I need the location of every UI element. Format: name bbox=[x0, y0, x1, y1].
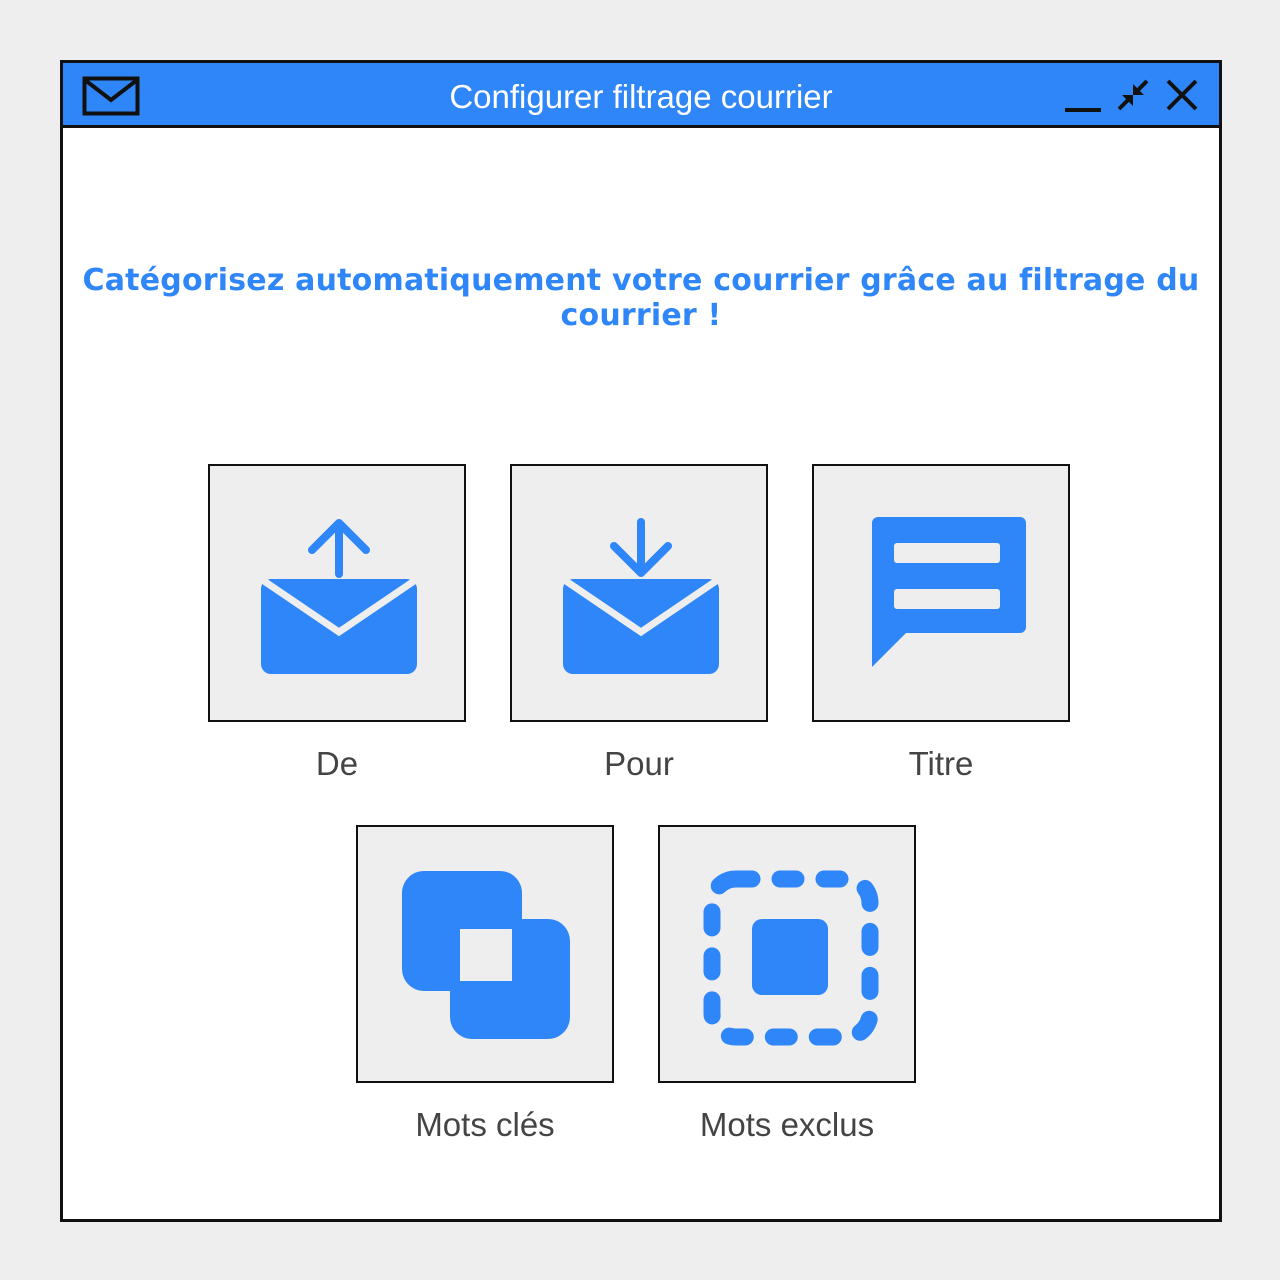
title-bar: Configurer filtrage courrier bbox=[63, 63, 1219, 128]
window-title: Configurer filtrage courrier bbox=[449, 78, 833, 115]
filter-label-to: Pour bbox=[604, 745, 674, 782]
close-icon[interactable] bbox=[1162, 75, 1202, 115]
minimize-icon[interactable] bbox=[1063, 79, 1103, 113]
mail-receive-icon bbox=[561, 518, 721, 674]
filter-label-from: De bbox=[315, 745, 359, 782]
filter-tile-to[interactable] bbox=[510, 464, 768, 722]
overlap-squares-icon bbox=[402, 871, 570, 1039]
filter-tile-excluded[interactable] bbox=[658, 825, 916, 1083]
filter-window: Configurer filtrage courrier Catégorisez… bbox=[60, 60, 1222, 1222]
filter-label-title: Titre bbox=[908, 745, 974, 782]
filter-label-keywords: Mots clés bbox=[415, 1106, 555, 1143]
filter-tile-title[interactable] bbox=[812, 464, 1070, 722]
tagline: Catégorisez automatiquement votre courri… bbox=[82, 263, 1200, 333]
dashed-select-icon bbox=[703, 870, 879, 1046]
message-bubble-icon bbox=[872, 517, 1026, 667]
filter-tile-keywords[interactable] bbox=[356, 825, 614, 1083]
filter-label-excluded: Mots exclus bbox=[699, 1106, 875, 1143]
shrink-icon[interactable] bbox=[1113, 75, 1153, 115]
mail-send-icon bbox=[259, 519, 419, 674]
filter-tile-from[interactable] bbox=[208, 464, 466, 722]
